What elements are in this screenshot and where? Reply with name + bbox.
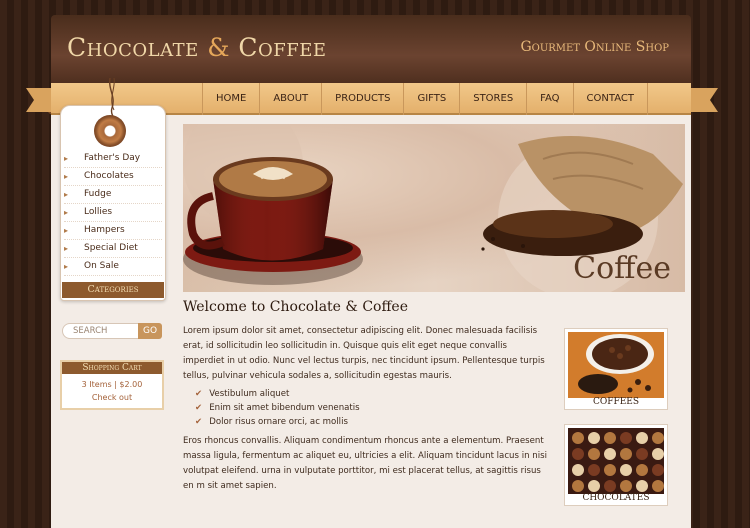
product-card-chocolates[interactable]: CHOCOLATES xyxy=(564,424,668,506)
category-item[interactable]: ▸ Special Diet xyxy=(64,240,162,258)
ribbon-right-end xyxy=(688,88,718,112)
site-title[interactable]: Chocolate & Coffee xyxy=(67,33,327,62)
search-go-button[interactable]: GO xyxy=(138,323,162,339)
category-item[interactable]: ▸ Lollies xyxy=(64,204,162,222)
title-part-2: Coffee xyxy=(238,33,327,62)
nav-faq[interactable]: FAQ xyxy=(526,83,572,115)
category-item[interactable]: ▸ Father's Day xyxy=(64,150,162,168)
checkmark-icon: ✔ xyxy=(195,417,203,427)
nav-menu: HOME ABOUT PRODUCTS GIFTS STORES FAQ CON… xyxy=(202,83,648,115)
title-ampersand: & xyxy=(207,33,230,62)
ribbon-left-end xyxy=(26,88,54,114)
hero-banner: Coffee xyxy=(183,124,685,292)
category-item[interactable]: ▸ On Sale xyxy=(64,258,162,276)
shopping-cart: Shopping Cart 3 Items | $2.00 Check out xyxy=(60,360,164,410)
tag-grommet-icon xyxy=(94,115,126,147)
card-caption: COFFEES xyxy=(592,397,640,407)
feature-item: ✔ Dolor risus ornare orci, ac mollis xyxy=(195,417,348,427)
categories-title: Categories xyxy=(62,282,164,298)
checkout-link[interactable]: Check out xyxy=(62,393,162,402)
nav-about[interactable]: ABOUT xyxy=(259,83,321,115)
arrow-right-icon: ▸ xyxy=(64,172,69,181)
arrow-right-icon: ▸ xyxy=(64,262,69,271)
nav-stores[interactable]: STORES xyxy=(459,83,526,115)
site-tagline: Gourmet Online Shop xyxy=(520,39,669,55)
nav-home[interactable]: HOME xyxy=(202,83,259,115)
category-list: ▸ Father's Day ▸ Chocolates ▸ Fudge ▸ Lollie… xyxy=(64,150,162,276)
category-item[interactable]: ▸ Fudge xyxy=(64,186,162,204)
arrow-right-icon: ▸ xyxy=(64,244,69,253)
search-input[interactable]: SEARCH xyxy=(62,323,140,339)
feature-list: ✔ Vestibulum aliquet ✔ Enim sit amet biben… xyxy=(195,387,360,429)
intro-paragraph: Lorem ipsum dolor sit amet, consectetur … xyxy=(183,326,545,381)
hero-coffee-label: Coffee xyxy=(573,251,671,286)
cart-title: Shopping Cart xyxy=(62,362,162,374)
nav-products[interactable]: PRODUCTS xyxy=(321,83,403,115)
arrow-right-icon: ▸ xyxy=(64,190,69,199)
site-header: Chocolate & Coffee Gourmet Online Shop xyxy=(51,15,691,83)
title-part-1: Chocolate xyxy=(67,33,199,62)
feature-item: ✔ Vestibulum aliquet xyxy=(195,389,290,399)
tag-string-icon xyxy=(108,78,115,118)
product-card-coffees[interactable]: COFFEES xyxy=(564,328,668,410)
checkmark-icon: ✔ xyxy=(195,389,203,399)
checkmark-icon: ✔ xyxy=(195,403,203,413)
nav-gifts[interactable]: GIFTS xyxy=(403,83,459,115)
welcome-heading: Welcome to Chocolate & Coffee xyxy=(183,299,408,315)
arrow-right-icon: ▸ xyxy=(64,208,69,217)
coffee-beans-image xyxy=(568,332,664,398)
arrow-right-icon: ▸ xyxy=(64,226,69,235)
category-item[interactable]: ▸ Chocolates xyxy=(64,168,162,186)
card-caption: CHOCOLATES xyxy=(582,493,650,503)
chocolates-image xyxy=(568,428,664,494)
secondary-paragraph: Eros rhoncus convallis. Aliquam condimen… xyxy=(183,436,547,491)
arrow-right-icon: ▸ xyxy=(64,154,69,163)
cart-summary[interactable]: 3 Items | $2.00 xyxy=(62,380,162,389)
feature-item: ✔ Enim sit amet bibendum venenatis xyxy=(195,403,360,413)
category-item[interactable]: ▸ Hampers xyxy=(64,222,162,240)
nav-contact[interactable]: CONTACT xyxy=(572,83,648,115)
